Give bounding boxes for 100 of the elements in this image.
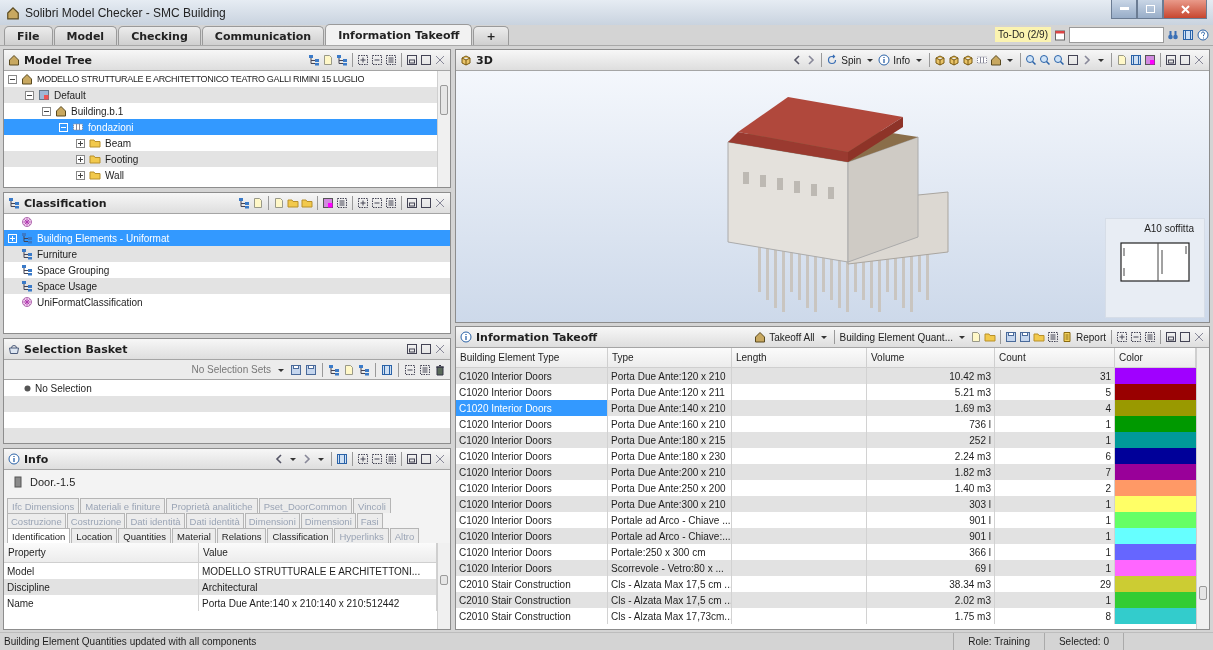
maximize-icon[interactable] [420, 343, 432, 355]
minimize-icon[interactable] [406, 197, 418, 209]
expand-toggle[interactable] [25, 90, 34, 100]
table-cell[interactable]: C1020 Interior Doors [456, 528, 608, 544]
list-box-icon[interactable] [419, 363, 431, 376]
table-cell[interactable]: C1020 Interior Doors [456, 368, 608, 384]
page-icon[interactable] [273, 197, 285, 209]
info-tab[interactable]: Material [172, 528, 216, 543]
column-header[interactable]: Volume [867, 348, 995, 368]
scrollbar[interactable] [437, 71, 450, 187]
column-header[interactable]: Color [1115, 348, 1196, 368]
list-box-icon[interactable] [385, 453, 397, 465]
calendar-icon[interactable] [1054, 28, 1066, 41]
film-icon[interactable] [381, 363, 393, 376]
maximize-icon[interactable] [1067, 54, 1079, 66]
menu-tab[interactable]: Checking [118, 26, 201, 45]
save-icon[interactable] [1019, 331, 1031, 343]
minus-box-icon[interactable] [371, 453, 383, 465]
info-tab[interactable]: Relations [216, 528, 267, 543]
todo-label[interactable]: To-Do (2/9) [995, 27, 1051, 42]
folder-icon[interactable] [984, 331, 996, 343]
binoculars-icon[interactable] [1167, 28, 1179, 41]
list-box-icon[interactable] [1144, 331, 1156, 343]
folder-icon[interactable] [301, 197, 313, 209]
minus-box-icon[interactable] [371, 54, 383, 66]
maximize-button[interactable] [1137, 0, 1163, 19]
minimize-icon[interactable] [406, 453, 418, 465]
film-icon[interactable] [1182, 28, 1194, 41]
maximize-icon[interactable] [420, 197, 432, 209]
color-fill-icon[interactable] [1144, 54, 1156, 66]
save-icon[interactable] [305, 363, 317, 376]
hierarchy-icon[interactable] [238, 197, 250, 209]
table-cell[interactable]: C1020 Interior Doors [456, 512, 608, 528]
tree-row[interactable]: Footing [4, 151, 437, 167]
table-cell[interactable]: C1020 Interior Doors [456, 480, 608, 496]
menu-tab[interactable]: Information Takeoff [325, 24, 473, 45]
table-cell[interactable]: C2010 Stair Construction [456, 608, 608, 624]
hierarchy-icon[interactable] [336, 54, 348, 66]
maximize-icon[interactable] [1179, 54, 1191, 66]
info-dropdown[interactable]: Info [892, 54, 911, 66]
column-header[interactable]: Type [608, 348, 732, 368]
scrollbar[interactable] [437, 543, 450, 629]
cube-icon[interactable] [948, 54, 960, 66]
expand-toggle[interactable] [42, 106, 51, 116]
table-cell[interactable]: C1020 Interior Doors [456, 464, 608, 480]
maximize-icon[interactable] [420, 54, 432, 66]
page-icon[interactable] [970, 331, 982, 343]
preset-dropdown[interactable]: Building Element Quant... [838, 331, 954, 343]
minimize-icon[interactable] [1165, 331, 1177, 343]
list-box-icon[interactable] [385, 54, 397, 66]
maximize-icon[interactable] [1179, 331, 1191, 343]
menu-tab[interactable]: Model [53, 26, 118, 45]
trash-icon[interactable] [434, 363, 446, 376]
zoom-icon[interactable] [1053, 54, 1065, 66]
arrow-left-icon[interactable] [273, 453, 285, 465]
list-box-icon[interactable] [336, 197, 348, 209]
search-field[interactable] [1069, 26, 1164, 43]
table-cell[interactable]: C1020 Interior Doors [456, 384, 608, 400]
house-icon[interactable] [754, 331, 767, 343]
cube-icon[interactable] [934, 54, 946, 66]
table-cell[interactable]: C1020 Interior Doors [456, 416, 608, 432]
minimize-icon[interactable] [406, 54, 418, 66]
scrollbar[interactable] [1196, 348, 1209, 629]
column-header[interactable]: Property [4, 543, 199, 563]
save-icon[interactable] [1005, 331, 1017, 343]
table-cell[interactable]: C1020 Interior Doors [456, 432, 608, 448]
zoom-icon[interactable] [1039, 54, 1051, 66]
menu-tab[interactable]: Communication [201, 26, 325, 45]
menu-tab[interactable]: File [4, 26, 53, 45]
expand-toggle[interactable] [76, 170, 85, 180]
expand-toggle[interactable] [76, 154, 85, 164]
expand-toggle[interactable] [8, 74, 17, 84]
hierarchy-icon[interactable] [308, 54, 320, 66]
film-icon[interactable] [336, 453, 348, 465]
page-icon[interactable] [1116, 54, 1128, 66]
column-header[interactable]: Count [995, 348, 1115, 368]
expand-toggle[interactable] [76, 138, 85, 148]
table-cell[interactable]: C1020 Interior Doors [456, 448, 608, 464]
takeoff-all-dropdown[interactable]: Takeoff All [768, 331, 816, 343]
plus-box-icon[interactable] [1116, 331, 1128, 343]
list-box-icon[interactable] [1047, 331, 1059, 343]
tree-row[interactable]: Space Usage [4, 278, 450, 294]
minus-box-icon[interactable] [371, 197, 383, 209]
zoom-icon[interactable] [1025, 54, 1037, 66]
list-box-icon[interactable] [385, 197, 397, 209]
folder-icon[interactable] [287, 197, 299, 209]
plus-box-icon[interactable] [357, 197, 369, 209]
tree-row[interactable]: Furniture [4, 246, 450, 262]
column-header[interactable]: Value [199, 543, 437, 563]
cube-icon[interactable] [962, 54, 974, 66]
minimize-icon[interactable] [406, 343, 418, 355]
menu-tab[interactable]: + [473, 26, 509, 45]
column-header[interactable]: Building Element Type [456, 348, 608, 368]
table-cell[interactable]: C1020 Interior Doors [456, 496, 608, 512]
table-cell[interactable]: C2010 Stair Construction [456, 592, 608, 608]
house-icon[interactable] [990, 54, 1002, 66]
plus-box-icon[interactable] [357, 453, 369, 465]
info-tab[interactable]: Location [71, 528, 118, 543]
minus-box-icon[interactable] [404, 363, 416, 376]
color-fill-icon[interactable] [322, 197, 334, 209]
